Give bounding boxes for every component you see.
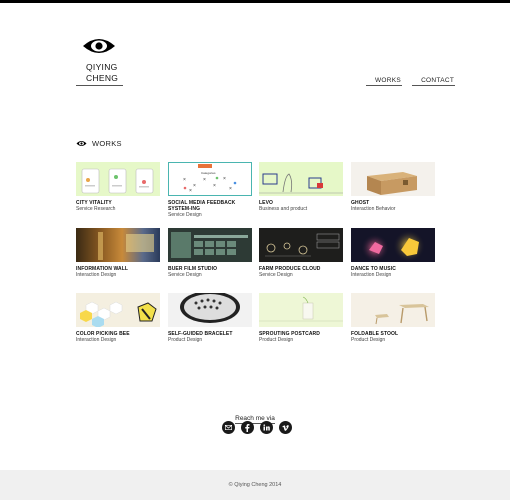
work-card-ghost[interactable]: GHOST Interaction Behavior	[351, 162, 435, 212]
work-subtitle: Interaction Behavior	[351, 206, 396, 212]
work-subtitle: Service Design	[168, 212, 202, 218]
work-thumbnail	[76, 293, 160, 327]
footer: © Qiying Cheng 2014	[0, 470, 510, 500]
work-thumbnail	[168, 293, 252, 327]
work-subtitle: Interaction Design	[76, 272, 117, 278]
work-subtitle: Product Design	[168, 337, 203, 343]
eye-icon	[76, 141, 87, 146]
work-card-foldable-stool[interactable]: FOLDABLE STOOL Product Design	[351, 293, 435, 343]
eye-logo-icon	[83, 39, 115, 53]
main-nav: WORKS CONTACT	[366, 77, 456, 86]
logo-underline	[76, 85, 123, 86]
work-card-information-wall[interactable]: INFORMATION WALL Interaction Design	[76, 228, 160, 278]
work-thumbnail	[351, 228, 435, 262]
logo-line1: QIYING	[86, 62, 118, 72]
work-thumbnail	[168, 228, 252, 262]
logo-text: QIYING CHENG	[86, 62, 118, 84]
svg-text:×: ×	[189, 188, 192, 194]
social-links	[222, 421, 292, 434]
work-thumbnail: Categories × × × × × × ×	[168, 162, 252, 196]
svg-text:×: ×	[183, 177, 186, 183]
nav-works[interactable]: WORKS	[366, 77, 403, 86]
work-card-dance-to-music[interactable]: DANCE TO MUSIC Interaction Design	[351, 228, 435, 278]
facebook-icon[interactable]	[241, 421, 254, 434]
vimeo-icon[interactable]	[279, 421, 292, 434]
work-thumbnail	[351, 162, 435, 196]
work-subtitle: Service Design	[168, 272, 202, 278]
work-thumbnail	[351, 293, 435, 327]
works-heading: WORKS	[76, 139, 122, 148]
work-card-color-picking-bee[interactable]: COLOR PICKING BEE Interaction Design	[76, 293, 160, 343]
svg-text:×: ×	[213, 183, 216, 189]
logo-line2: CHENG	[86, 73, 119, 83]
copyright-text: © Qiying Cheng 2014	[228, 482, 282, 488]
svg-text:×: ×	[229, 186, 232, 192]
work-card-farm-produce-cloud[interactable]: FARM PRODUCE CLOUD Service Design	[259, 228, 343, 278]
work-thumbnail	[76, 162, 160, 196]
top-bar	[0, 0, 510, 3]
work-title: SOCIAL MEDIA FEEDBACK SYSTEM-ING	[168, 200, 236, 212]
svg-text:×: ×	[203, 177, 206, 183]
work-card-social-media[interactable]: Categories × × × × × × × SOCIAL MEDIA FEEDBAC…	[168, 162, 252, 218]
svg-text:×: ×	[223, 176, 226, 182]
work-thumbnail	[259, 228, 343, 262]
work-thumbnail	[259, 293, 343, 327]
linkedin-icon[interactable]	[260, 421, 273, 434]
work-thumbnail	[259, 162, 343, 196]
work-subtitle: Interaction Design	[351, 272, 392, 278]
work-card-sprouting-postcard[interactable]: SPROUTING POSTCARD Product Design	[259, 293, 343, 343]
work-subtitle: Product Design	[259, 337, 294, 343]
svg-text:Categories: Categories	[201, 171, 216, 175]
email-icon[interactable]	[222, 421, 235, 434]
work-subtitle: Product Design	[351, 337, 386, 343]
work-subtitle: Interaction Design	[76, 337, 117, 343]
svg-text:×: ×	[193, 183, 196, 189]
work-subtitle: Service Research	[76, 206, 116, 212]
nav-contact[interactable]: CONTACT	[412, 77, 456, 86]
work-subtitle: Service Design	[259, 272, 293, 278]
work-card-buer-film-studio[interactable]: BUER FILM STUDIO Service Design	[168, 228, 252, 278]
work-thumbnail	[76, 228, 160, 262]
work-card-city-vitality[interactable]: CITY VITALITY Service Research	[76, 162, 160, 212]
work-subtitle: Business and product	[259, 206, 308, 212]
work-card-self-guided-bracelet[interactable]: SELF-GUIDED BRACELET Product Design	[168, 293, 252, 343]
section-title: WORKS	[92, 139, 122, 148]
work-card-levo[interactable]: LEVO Business and product	[259, 162, 343, 212]
